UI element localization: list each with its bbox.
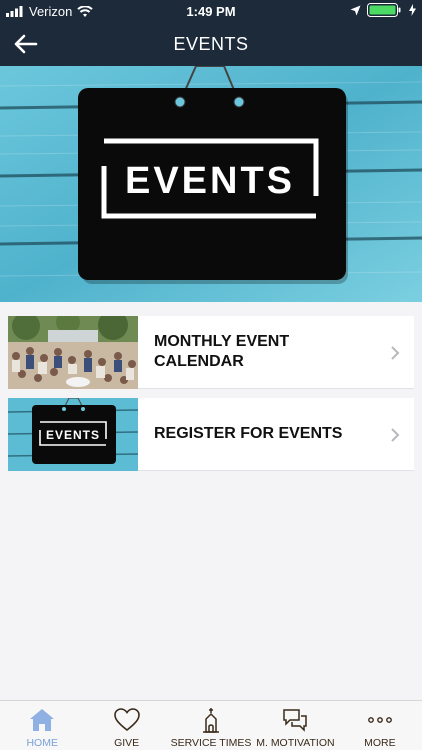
calendar-thumbnail <box>8 315 138 389</box>
list-item-monthly-calendar[interactable]: MONTHLY EVENT CALENDAR <box>8 315 414 389</box>
charging-icon <box>409 4 416 16</box>
location-icon <box>350 5 361 15</box>
list-item-register-events[interactable]: EVENTS REGISTER FOR EVENTS <box>8 397 414 471</box>
chat-icon <box>283 709 308 732</box>
tab-m-motivation[interactable]: M. MOTIVATION <box>253 701 337 750</box>
register-thumbnail: EVENTS <box>8 397 138 471</box>
tab-bar: HOME GIVE SERVICE TIMES M. MOTIVATION MO… <box>0 700 422 750</box>
home-icon <box>30 709 55 731</box>
events-sign-image: EVENTS <box>8 397 138 471</box>
hero-banner: EVENTS <box>0 66 422 302</box>
hero-sign-text: EVENTS <box>125 160 295 202</box>
tab-label: GIVE <box>114 737 140 749</box>
nav-bar: EVENTS <box>0 22 422 66</box>
tab-label: SERVICE TIMES <box>170 737 252 749</box>
chevron-right-icon <box>391 346 400 360</box>
tab-label: M. MOTIVATION <box>256 737 335 749</box>
top-bar: Verizon 1:49 PM EVENTS <box>0 0 422 66</box>
heart-icon <box>113 708 140 732</box>
hero-image: EVENTS <box>0 66 422 302</box>
status-bar: Verizon 1:49 PM <box>0 0 422 22</box>
more-icon <box>367 717 392 723</box>
tab-home[interactable]: HOME <box>0 701 84 750</box>
crowd-image <box>8 315 138 389</box>
status-right <box>350 3 416 17</box>
event-list: MONTHLY EVENT CALENDAR EVENTS REGISTER F… <box>8 315 414 480</box>
tab-service-times[interactable]: SERVICE TIMES <box>169 701 253 750</box>
thumb-sign-text: EVENTS <box>46 428 100 442</box>
battery-icon <box>367 3 401 17</box>
church-icon <box>203 708 220 733</box>
list-item-label: MONTHLY EVENT CALENDAR <box>154 333 290 370</box>
tab-label: MORE <box>364 737 396 749</box>
page-title: EVENTS <box>173 34 249 54</box>
tab-give[interactable]: GIVE <box>84 701 168 750</box>
list-item-label: REGISTER FOR EVENTS <box>154 425 343 442</box>
tab-more[interactable]: MORE <box>338 701 422 750</box>
tab-label: HOME <box>26 737 58 749</box>
chevron-right-icon <box>391 428 400 442</box>
